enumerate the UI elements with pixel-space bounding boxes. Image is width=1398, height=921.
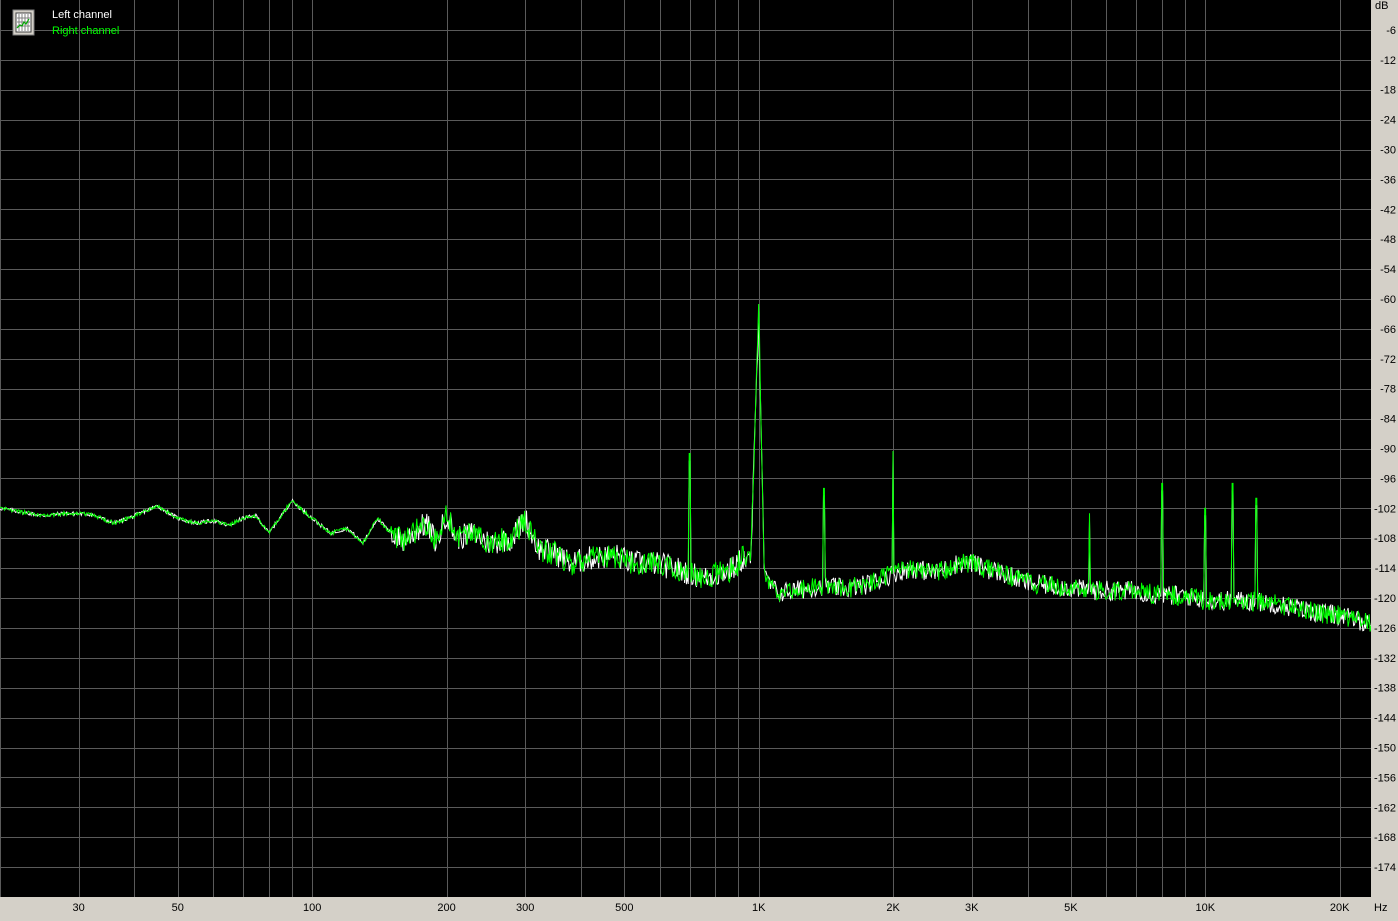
y-tick-label: -66: [1380, 324, 1396, 336]
y-tick-label: -162: [1374, 802, 1396, 814]
y-tick-label: -72: [1380, 354, 1396, 366]
x-axis-panel: 30 50 100 200 300 500 1K 2K 3K 5K 10K 20K Hz: [0, 897, 1398, 916]
y-tick-label: -6: [1386, 25, 1396, 37]
x-tick-label: 300: [516, 902, 534, 914]
legend-label-right: Right channel: [52, 25, 119, 37]
y-axis: dB -6 -12 -18 -24 -30 -36 -42 -48 -54 -60 -66 -72 -7…: [1374, 0, 1396, 874]
x-tick-label: 20K: [1330, 902, 1350, 914]
y-axis-panel: dB -6 -12 -18 -24 -30 -36 -42 -48 -54 -60 -66 -72 -7…: [1371, 0, 1398, 897]
y-tick-label: -48: [1380, 234, 1396, 246]
y-tick-label: -54: [1380, 264, 1396, 276]
y-tick-label: -78: [1380, 384, 1396, 396]
y-tick-label: -138: [1374, 683, 1396, 695]
spectrum-chart: Left channel Right channel: [0, 0, 1371, 897]
y-tick-label: -168: [1374, 832, 1396, 844]
legend-label-left: Left channel: [52, 9, 112, 21]
y-tick-label: -144: [1374, 713, 1396, 725]
x-tick-label: 200: [437, 902, 455, 914]
x-tick-label: 3K: [965, 902, 979, 914]
y-tick-label: -90: [1380, 444, 1396, 456]
y-tick-label: -60: [1380, 294, 1396, 306]
y-tick-label: -108: [1374, 533, 1396, 545]
x-axis-unit-label: Hz: [1374, 902, 1387, 914]
y-tick-label: -12: [1380, 55, 1396, 67]
y-tick-label: -18: [1380, 85, 1396, 97]
y-tick-label: -150: [1374, 743, 1396, 755]
y-tick-label: -102: [1374, 503, 1396, 515]
plot-background: [0, 0, 1371, 897]
spectrum-plot-area: Left channel Right channel: [0, 0, 1371, 897]
x-tick-label: 30: [73, 902, 85, 914]
y-tick-label: -24: [1380, 115, 1396, 127]
x-tick-label: 5K: [1064, 902, 1078, 914]
y-tick-label: -156: [1374, 772, 1396, 784]
x-tick-label: 10K: [1196, 902, 1216, 914]
y-tick-label: -126: [1374, 623, 1396, 635]
x-tick-label: 1K: [752, 902, 766, 914]
y-tick-label: -132: [1374, 653, 1396, 665]
y-axis-unit-label: dB: [1375, 0, 1388, 12]
x-tick-label: 500: [615, 902, 633, 914]
x-axis: 30 50 100 200 300 500 1K 2K 3K 5K 10K 20K Hz: [73, 902, 1388, 914]
y-tick-label: -84: [1380, 414, 1396, 426]
y-tick-label: -42: [1380, 204, 1396, 216]
x-tick-labels: 30 50 100 200 300 500 1K 2K 3K 5K 10K 20K: [73, 902, 1351, 914]
x-tick-label: 2K: [886, 902, 900, 914]
y-tick-label: -114: [1375, 563, 1396, 575]
y-tick-label: -36: [1380, 174, 1396, 186]
y-tick-label: -96: [1380, 473, 1396, 485]
y-tick-label: -120: [1374, 593, 1396, 605]
y-tick-label: -174: [1374, 862, 1396, 874]
y-tick-labels: -6 -12 -18 -24 -30 -36 -42 -48 -54 -60 -66 -72 -78 -8…: [1374, 25, 1396, 874]
x-tick-label: 50: [172, 902, 184, 914]
y-tick-label: -30: [1380, 145, 1396, 157]
x-tick-label: 100: [303, 902, 321, 914]
